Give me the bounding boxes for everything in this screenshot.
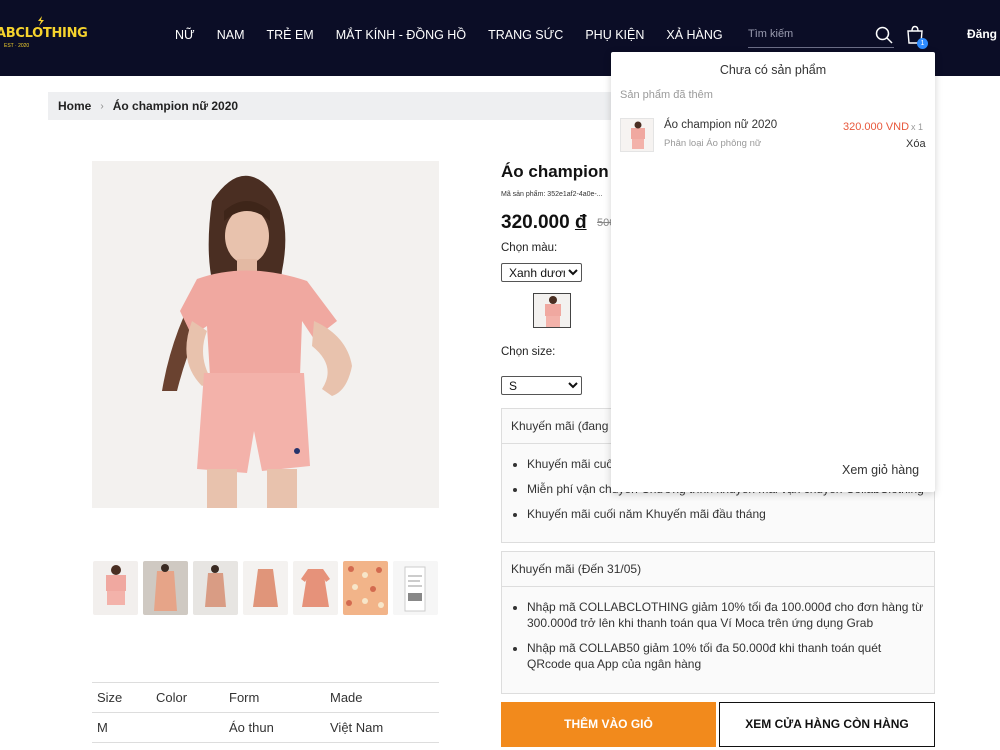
product-thumbnail[interactable]: [143, 561, 188, 615]
nav-item-phu-kien[interactable]: PHỤ KIỆN: [585, 28, 644, 42]
spec-table: Size Color Form Made M Áo thun Việt Nam: [92, 682, 439, 743]
chevron-right-icon: ›: [100, 100, 104, 112]
bolt-icon: [38, 16, 44, 26]
cart-item-image[interactable]: [620, 118, 654, 152]
breadcrumb-current: Áo champion nữ 2020: [112, 99, 239, 113]
product-sku: Mã sản phẩm: 352e1af2-4a0e-...: [501, 191, 603, 198]
spec-row: M Áo thun Việt Nam: [92, 713, 439, 743]
product-thumbnail[interactable]: [343, 561, 388, 615]
login-link[interactable]: Đăng: [967, 27, 997, 41]
color-label: Chọn màu:: [501, 242, 558, 254]
cart-dropdown-subtitle: Sản phẩm đã thêm: [620, 89, 713, 101]
breadcrumb: Home › Áo champion nữ 2020: [48, 92, 618, 120]
promo-item: Nhập mã COLLABCLOTHING giảm 10% tối đa 1…: [527, 599, 924, 631]
spec-cell-size: M: [97, 720, 108, 735]
main-nav: NỮ NAM TRẺ EM MẮT KÍNH - ĐỒNG HỒ TRANG S…: [175, 28, 745, 42]
logo-subtext: EST · 2020: [4, 43, 30, 49]
cart-item-price-value: 320.000 VND: [843, 121, 910, 133]
cart-item-qty: x 1: [911, 122, 924, 132]
spec-cell-form: Áo thun: [229, 720, 274, 735]
cart-dropdown: Chưa có sản phẩm Sản phẩm đã thêm Áo cha…: [611, 52, 935, 492]
cart-item-delete[interactable]: Xóa: [906, 138, 926, 150]
spec-header-size: Size: [97, 690, 123, 705]
promo-title: Khuyến mãi (Đến 31/05): [502, 552, 934, 587]
cart-item-price: 320.000 VND x 1: [843, 121, 923, 133]
cart-item-name[interactable]: Áo champion nữ 2020: [664, 119, 777, 131]
product-thumbnail[interactable]: [93, 561, 138, 615]
spec-cell-made: Việt Nam: [330, 720, 384, 735]
logo-text: ABCLOTHING: [0, 26, 88, 41]
spec-header-color: Color: [156, 690, 188, 705]
search-input[interactable]: [748, 22, 868, 46]
price-value: 320.000: [501, 212, 570, 233]
color-swatch[interactable]: [533, 293, 571, 328]
nav-item-trang-suc[interactable]: TRANG SỨC: [488, 28, 563, 42]
nav-item-mat-kinh[interactable]: MẮT KÍNH - ĐỒNG HỒ: [336, 28, 466, 42]
search-icon[interactable]: [875, 26, 893, 44]
product-thumbnail[interactable]: [293, 561, 338, 615]
cart-dropdown-title: Chưa có sản phẩm: [719, 63, 827, 77]
site-logo[interactable]: ABCLOTHING EST · 2020: [0, 16, 90, 54]
promo-list: Nhập mã COLLABCLOTHING giảm 10% tối đa 1…: [502, 587, 934, 689]
nav-item-nam[interactable]: NAM: [217, 28, 245, 42]
color-select[interactable]: Xanh dương: [501, 263, 582, 282]
nav-item-tre-em[interactable]: TRẺ EM: [266, 28, 313, 42]
cart-item-category: Phân loại Áo phông nữ: [664, 138, 762, 149]
search-box: [748, 22, 894, 48]
size-label: Chọn size:: [501, 346, 556, 358]
spec-header-row: Size Color Form Made: [92, 683, 439, 713]
promo-item: Khuyến mãi cuối năm Khuyến mãi đầu tháng: [527, 506, 924, 522]
product-main-image[interactable]: [92, 161, 439, 508]
promo-item: Nhập mã COLLAB50 giảm 10% tối đa 50.000đ…: [527, 640, 924, 672]
product-price: 320.000 đ: [501, 212, 587, 234]
product-thumbnail[interactable]: [193, 561, 238, 615]
product-thumbnail[interactable]: [243, 561, 288, 615]
promo-box-dated: Khuyến mãi (Đến 31/05) Nhập mã COLLABCLO…: [501, 551, 935, 694]
size-select[interactable]: S: [501, 376, 582, 395]
add-to-cart-button[interactable]: THÊM VÀO GIỎ: [501, 702, 716, 747]
nav-item-xa-hang[interactable]: XẢ HÀNG: [666, 28, 722, 42]
spec-header-form: Form: [229, 690, 260, 705]
cart-count-badge: 1: [917, 38, 928, 49]
nav-item-nu[interactable]: NỮ: [175, 28, 195, 42]
breadcrumb-home[interactable]: Home: [58, 99, 91, 113]
price-currency: đ: [574, 212, 587, 233]
view-store-button[interactable]: XEM CỬA HÀNG CÒN HÀNG: [719, 702, 935, 747]
spec-header-made: Made: [330, 690, 363, 705]
product-thumbnail[interactable]: [393, 561, 438, 615]
view-cart-link[interactable]: Xem giỏ hàng: [842, 463, 919, 477]
